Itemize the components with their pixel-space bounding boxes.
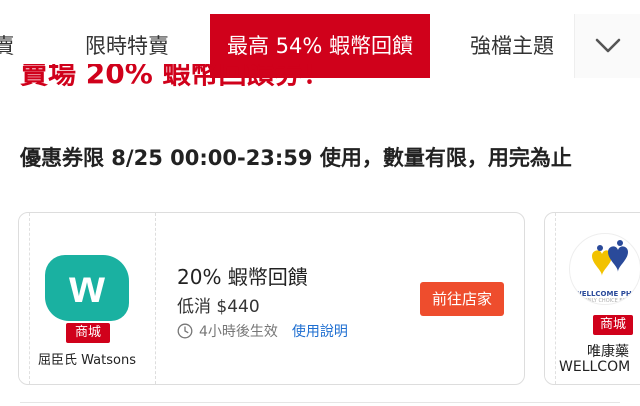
watsons-logo[interactable]: w bbox=[45, 255, 129, 321]
tab-partial[interactable]: 賣 bbox=[0, 14, 16, 78]
wellcome-logo-subtext: ONLY CHOICE FOR bbox=[584, 298, 630, 304]
wellcome-logo[interactable]: WELLCOME PHA ONLY CHOICE FOR bbox=[569, 233, 640, 305]
promo-headline: 賣場 20% 蝦幣回饋券！ bbox=[20, 64, 331, 90]
voucher-card-wellcome: WELLCOME PHA ONLY CHOICE FOR 商城 唯康藥 WELL… bbox=[544, 212, 640, 385]
chevron-down-icon bbox=[595, 38, 621, 53]
shop-name-english: WELLCOM bbox=[559, 359, 631, 375]
heart-logo-icon bbox=[592, 240, 628, 276]
voucher-notice: 優惠券限 8/25 00:00-23:59 使用，數量有限，用完為止 bbox=[20, 146, 572, 170]
voucher-validity: 4小時後生效 使用說明 bbox=[177, 321, 348, 341]
shop-name: 唯康藥 bbox=[587, 344, 629, 360]
validity-text: 4小時後生效 bbox=[199, 324, 278, 340]
clock-icon bbox=[177, 323, 193, 339]
mall-badge: 商城 bbox=[66, 323, 110, 343]
divider-line bbox=[20, 402, 620, 403]
more-tabs-button[interactable] bbox=[574, 14, 640, 78]
ticket-edge bbox=[545, 213, 555, 384]
wellcome-logo-text: WELLCOME PHA bbox=[574, 290, 638, 298]
mall-badge: 商城 bbox=[593, 315, 633, 335]
voucher-min-spend: 低消 $440 bbox=[177, 297, 260, 317]
shop-name: 屈臣氏 Watsons bbox=[38, 353, 136, 368]
go-to-shop-button[interactable]: 前往店家 bbox=[420, 282, 504, 316]
tab-featured-theme[interactable]: 強檔主題 bbox=[452, 14, 572, 78]
terms-link[interactable]: 使用說明 bbox=[292, 321, 348, 341]
watsons-logo-mark: w bbox=[69, 260, 105, 312]
voucher-title: 20% 蝦幣回饋 bbox=[177, 265, 308, 289]
voucher-card-watsons: w 商城 屈臣氏 Watsons 20% 蝦幣回饋 低消 $440 4小時後生效… bbox=[18, 212, 525, 385]
